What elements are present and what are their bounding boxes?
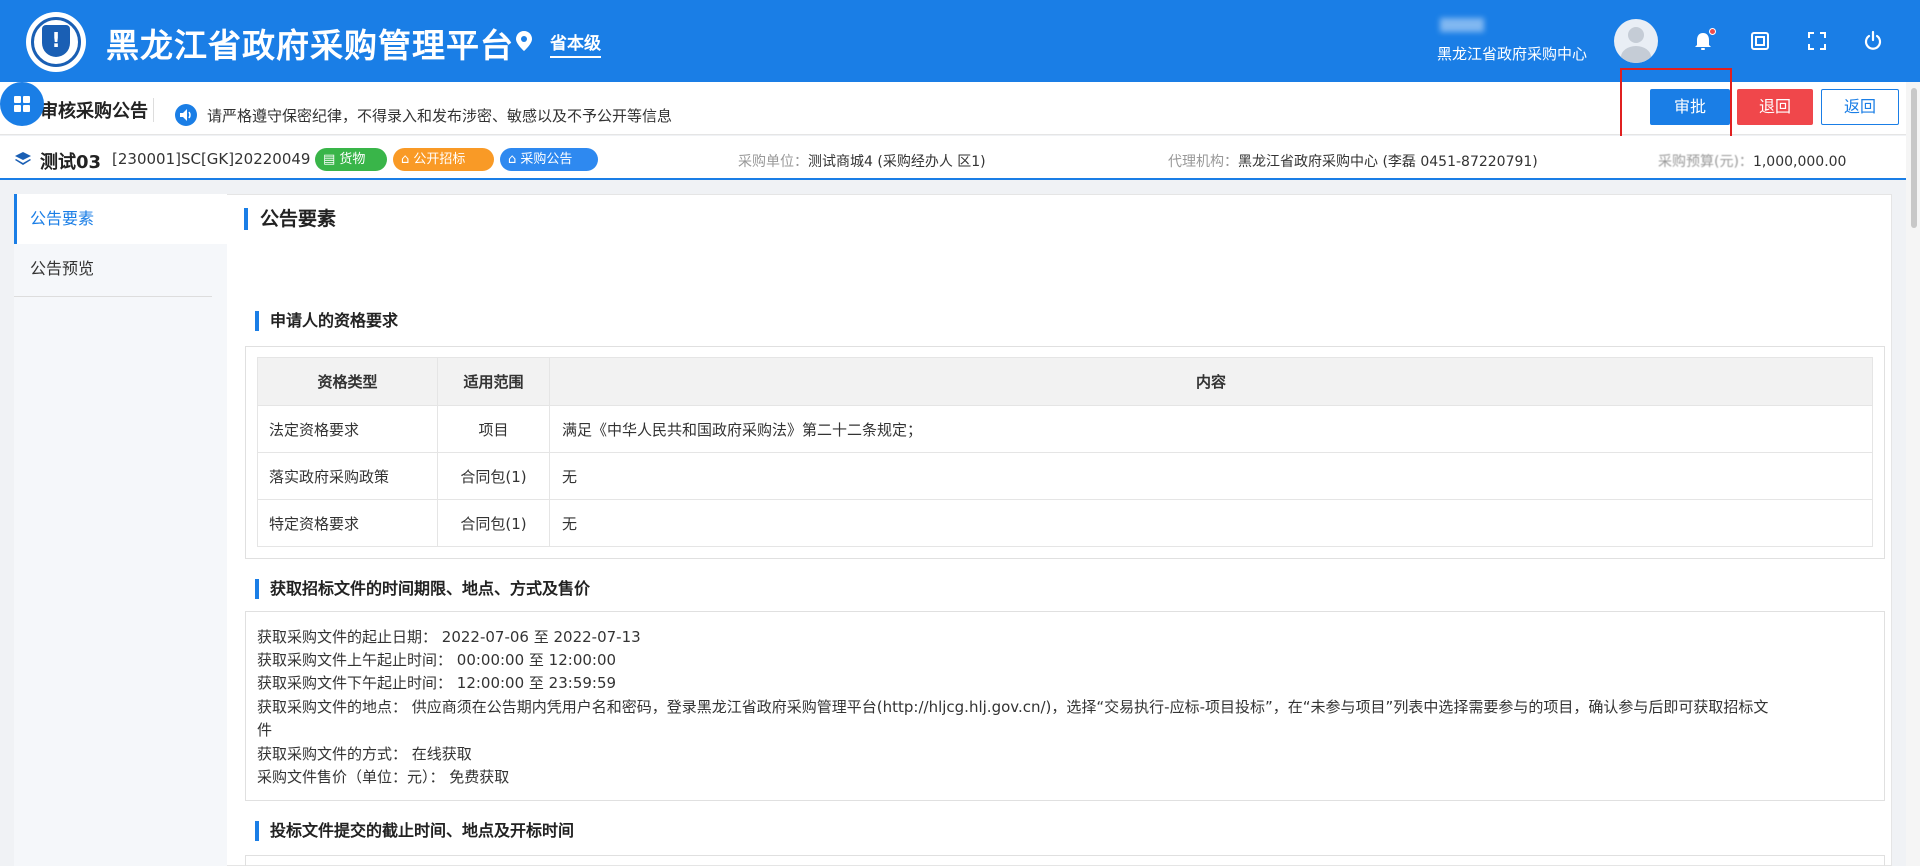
nav-divider bbox=[14, 296, 212, 297]
region-level-selector[interactable]: 省本级 bbox=[550, 29, 601, 58]
table-cell: 落实政府采购政策 bbox=[257, 452, 438, 500]
deadline-title: 投标文件提交的截止时间、地点及开标时间 bbox=[255, 821, 574, 841]
security-notice: 请严格遵守保密纪律，不得录入和发布涉密、敏感以及不予公开等信息 bbox=[207, 107, 673, 125]
budget: 采购预算(元)：1,000,000.00 bbox=[1658, 154, 1847, 170]
purchasing-unit: 采购单位：测试商城4 (采购经办人 区1) bbox=[738, 154, 986, 170]
divider bbox=[153, 98, 154, 122]
agency: 代理机构：黑龙江省政府采购中心 (李磊 0451-87220791) bbox=[1168, 154, 1538, 170]
obtain-docs-title: 获取招标文件的时间期限、地点、方式及售价 bbox=[255, 579, 590, 599]
nav-announcement-elements[interactable]: 公告要素 bbox=[14, 194, 227, 244]
table-row: 落实政府采购政策 合同包(1) 无 bbox=[257, 452, 1873, 500]
section-title: 公告要素 bbox=[244, 208, 336, 230]
user-org: 黑龙江省政府采购中心 bbox=[1437, 45, 1588, 63]
tag-goods: ▤ 货物 bbox=[315, 148, 387, 171]
info-line: 采购文件售价（单位：元）： 免费获取 bbox=[257, 768, 510, 786]
column-header: 内容 bbox=[549, 357, 1873, 406]
government-logo-icon: ! bbox=[26, 12, 86, 72]
speaker-icon bbox=[175, 104, 197, 126]
app-title: 黑龙江省政府采购管理平台 bbox=[106, 26, 514, 65]
table-cell: 合同包(1) bbox=[437, 499, 550, 547]
info-line: 获取采购文件上午起止时间： 00:00:00 至 12:00:00 bbox=[257, 651, 617, 669]
info-line: 件 bbox=[257, 721, 273, 739]
nav-announcement-preview[interactable]: 公告预览 bbox=[14, 244, 227, 294]
bell-icon[interactable] bbox=[1692, 28, 1716, 52]
location-icon bbox=[516, 31, 532, 51]
project-name: 测试03 bbox=[40, 152, 102, 173]
power-icon[interactable] bbox=[1862, 30, 1884, 52]
table-header-row: 资格类型 适用范围 内容 bbox=[257, 357, 1873, 406]
table-cell: 特定资格要求 bbox=[257, 499, 438, 547]
table-cell: 无 bbox=[549, 452, 1873, 500]
info-line: 获取采购文件的地点： 供应商须在公告期内凭用户名和密码，登录黑龙江省政府采购管理… bbox=[257, 698, 1769, 716]
table-row: 法定资格要求 项目 满足《中华人民共和国政府采购法》第二十二条规定； bbox=[257, 405, 1873, 453]
fullscreen-icon[interactable] bbox=[1806, 30, 1828, 52]
avatar[interactable] bbox=[1614, 19, 1658, 63]
tag-open-bid: ⌂ 公开招标 bbox=[393, 148, 494, 171]
info-line: 获取采购文件的起止日期： 2022-07-06 至 2022-07-13 bbox=[257, 628, 641, 646]
side-nav: 公告要素 公告预览 bbox=[14, 194, 227, 866]
table-cell: 无 bbox=[549, 499, 1873, 547]
project-code: [230001]SC[GK]20220049 bbox=[112, 150, 311, 168]
column-header: 资格类型 bbox=[257, 357, 438, 406]
info-line: 获取采购文件的方式： 在线获取 bbox=[257, 745, 472, 763]
user-name-blurred bbox=[1440, 18, 1484, 32]
layers-icon bbox=[15, 152, 31, 165]
page-title: 审核采购公告 bbox=[40, 101, 148, 122]
back-button[interactable]: 返回 bbox=[1821, 89, 1899, 125]
info-line: 获取采购文件下午起止时间： 12:00:00 至 23:59:59 bbox=[257, 674, 617, 692]
reject-button[interactable]: 退回 bbox=[1737, 89, 1813, 125]
qualification-title: 申请人的资格要求 bbox=[255, 311, 398, 331]
qualification-table: 资格类型 适用范围 内容 法定资格要求 项目 满足《中华人民共和国政府采购法》第… bbox=[257, 357, 1873, 547]
column-header: 适用范围 bbox=[437, 357, 550, 406]
table-row: 特定资格要求 合同包(1) 无 bbox=[257, 499, 1873, 547]
scrollbar-thumb[interactable] bbox=[1911, 88, 1917, 228]
table-cell: 法定资格要求 bbox=[257, 405, 438, 453]
window-icon[interactable] bbox=[1749, 30, 1771, 52]
table-cell: 项目 bbox=[437, 405, 550, 453]
table-cell: 合同包(1) bbox=[437, 452, 550, 500]
table-cell: 满足《中华人民共和国政府采购法》第二十二条规定； bbox=[549, 405, 1873, 453]
app-menu-icon[interactable] bbox=[0, 82, 44, 126]
tag-procurement-notice: ⌂ 采购公告 bbox=[500, 148, 598, 171]
deadline-box bbox=[245, 855, 1885, 866]
